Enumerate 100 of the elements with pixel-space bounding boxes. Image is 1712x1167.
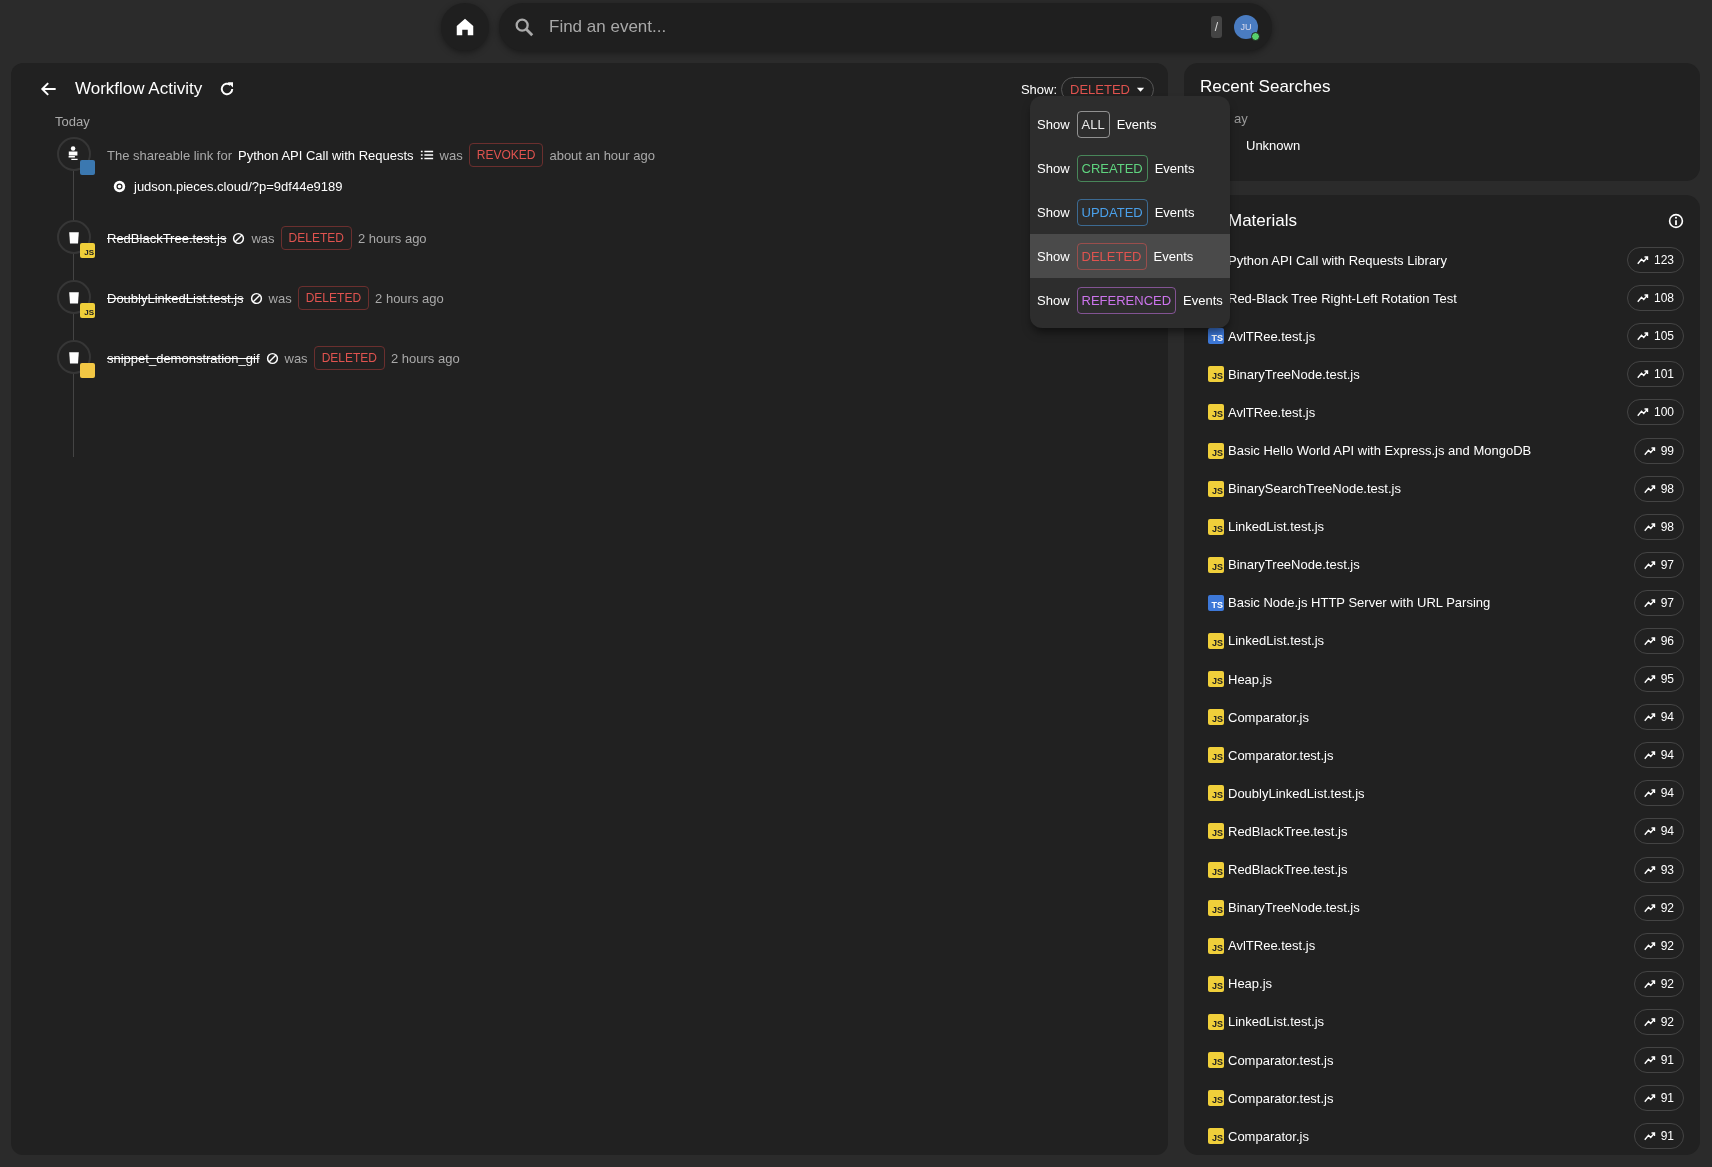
material-item[interactable]: Comparator.js <box>1228 709 1634 725</box>
material-item[interactable]: BinarySearchTreeNode.test.js <box>1228 481 1634 497</box>
filter-menu-item[interactable]: Show UPDATED Events <box>1030 190 1230 234</box>
date-group-label: Today <box>55 114 90 129</box>
trend-icon <box>1636 254 1649 267</box>
material-item[interactable]: AvlTRee.test.js <box>1228 938 1634 954</box>
file-type-badge: JS <box>1208 518 1224 535</box>
menu-text: Show <box>1037 292 1070 308</box>
ban-icon <box>232 231 246 245</box>
material-item[interactable]: Basic Node.js HTTP Server with URL Parsing <box>1228 595 1634 611</box>
material-name: Python API Call with Requests <box>238 147 414 163</box>
search-field[interactable]: Find an event... / JU <box>499 3 1272 51</box>
menu-text: Show <box>1037 248 1070 264</box>
trash-icon <box>66 229 82 245</box>
trend-icon <box>1643 711 1656 724</box>
filter-menu-item[interactable]: Show ALL Events <box>1030 102 1230 146</box>
trend-icon <box>1636 368 1649 381</box>
material-name: snippet_demonstration_gif <box>107 350 260 366</box>
material-item[interactable]: AvlTRee.test.js <box>1228 328 1627 344</box>
info-icon[interactable] <box>1668 213 1684 229</box>
search-icon <box>513 16 535 38</box>
event-verb: was <box>268 290 292 306</box>
file-type-badge: JS <box>80 243 95 258</box>
list-icon <box>419 148 434 162</box>
file-type-badge: JS <box>1208 747 1224 764</box>
trend-icon <box>1643 1092 1656 1105</box>
material-item[interactable]: Comparator.test.js <box>1228 1090 1634 1106</box>
file-type-badge: JS <box>80 303 95 318</box>
material-item[interactable]: BinaryTreeNode.test.js <box>1228 366 1627 382</box>
menu-text: Events <box>1154 204 1195 220</box>
event-tag: UPDATED <box>1076 198 1148 226</box>
trend-icon <box>1643 1015 1656 1028</box>
material-item[interactable]: Red-Black Tree Right-Left Rotation Test <box>1228 290 1627 306</box>
event-text: The shareable link for <box>107 147 232 163</box>
material-item[interactable]: Heap.js <box>1228 671 1634 687</box>
file-type-badge: JS <box>1208 861 1224 878</box>
material-item[interactable]: LinkedList.test.js <box>1228 519 1634 535</box>
filter-menu-item[interactable]: Show DELETED Events <box>1030 234 1230 278</box>
material-item[interactable]: LinkedList.test.js <box>1228 1014 1634 1030</box>
event-time: 2 hours ago <box>375 290 444 306</box>
event-tag: CREATED <box>1076 154 1148 182</box>
trend-icon <box>1643 1054 1656 1066</box>
python-badge <box>80 160 95 175</box>
trash-icon <box>66 289 82 305</box>
event-tag: ALL <box>1076 110 1110 138</box>
filter-menu-item[interactable]: Show CREATED Events <box>1030 146 1230 190</box>
trend-icon <box>1636 406 1649 419</box>
file-type-badge: JS <box>1208 1052 1224 1068</box>
home-button[interactable] <box>441 3 489 51</box>
trend-icon <box>1643 787 1656 800</box>
menu-text: Events <box>1116 116 1157 132</box>
file-type-badge: JS <box>1208 975 1224 992</box>
file-type-badge: JS <box>1208 366 1224 383</box>
material-item[interactable]: RedBlackTree.test.js <box>1228 862 1634 878</box>
event-tag: DELETED <box>313 346 385 370</box>
material-item[interactable]: LinkedList.test.js <box>1228 633 1634 649</box>
event-time: 2 hours ago <box>357 230 427 246</box>
menu-text: Events <box>1183 292 1223 308</box>
material-item[interactable]: BinaryTreeNode.test.js <box>1228 900 1634 916</box>
material-item[interactable]: Comparator.test.js <box>1228 747 1634 763</box>
trend-icon <box>1643 558 1656 571</box>
material-item[interactable]: DoublyLinkedList.test.js <box>1228 785 1634 801</box>
date-group-label: ay <box>1234 111 1249 126</box>
event-tag: DELETED <box>297 286 370 310</box>
trend-icon <box>1636 330 1649 343</box>
file-type-badge: JS <box>1208 480 1224 497</box>
event-tag: DELETED <box>1076 242 1147 270</box>
trend-icon <box>1643 444 1656 457</box>
menu-text: Show <box>1037 116 1070 132</box>
trend-icon <box>1643 863 1656 876</box>
material-item[interactable]: Basic Hello World API with Express.js and MongoDB <box>1228 443 1634 458</box>
material-item[interactable]: AvlTRee.test.js <box>1228 404 1627 420</box>
trend-icon <box>1643 596 1656 609</box>
filter-label: Show: <box>1020 81 1058 97</box>
recent-search-item[interactable]: Unknown <box>1246 138 1684 153</box>
file-type-badge: JS <box>1208 709 1224 726</box>
file-type-badge: JS <box>1208 937 1224 954</box>
file-type-badge: JS <box>1208 633 1224 649</box>
note-badge <box>80 363 95 378</box>
trend-icon <box>1643 825 1656 838</box>
material-item[interactable]: RedBlackTree.test.js <box>1228 823 1634 839</box>
material-name: DoublyLinkedList.test.js <box>107 290 244 306</box>
filter-menu-item[interactable]: Show REFERENCED Events <box>1030 278 1230 322</box>
material-item[interactable]: Comparator.js <box>1228 1128 1634 1144</box>
home-icon <box>454 16 476 38</box>
file-type-badge: JS <box>1208 442 1224 459</box>
menu-text: Show <box>1037 160 1070 176</box>
menu-text: Show <box>1037 204 1070 220</box>
file-type-badge: JS <box>1208 1013 1224 1030</box>
file-type-badge: JS <box>1208 899 1224 916</box>
link-icon <box>113 180 126 193</box>
material-item[interactable]: Heap.js <box>1228 976 1634 992</box>
trash-icon <box>66 349 82 365</box>
file-type-badge: JS <box>1208 1128 1224 1145</box>
share-link[interactable]: judson.pieces.cloud/?p=9df44e9189 <box>134 179 343 194</box>
file-type-badge: TS <box>1208 594 1224 611</box>
material-item[interactable]: Comparator.test.js <box>1228 1052 1634 1068</box>
material-item[interactable]: BinaryTreeNode.test.js <box>1228 557 1634 573</box>
trend-icon <box>1643 520 1656 533</box>
file-type-badge: JS <box>1208 1090 1224 1107</box>
